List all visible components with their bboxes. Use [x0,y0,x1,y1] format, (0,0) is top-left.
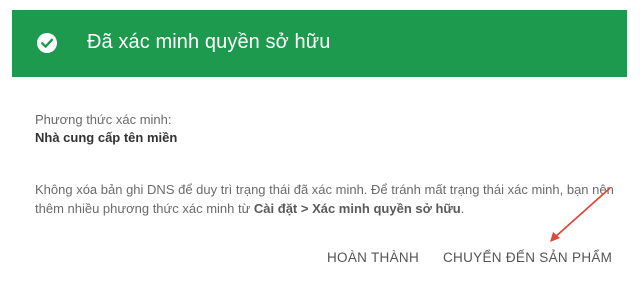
go-to-product-button[interactable]: CHUYỂN ĐẾN SẢN PHẨM [443,250,612,265]
check-circle-icon [37,33,57,53]
method-value: Nhà cung cấp tên miền [35,130,178,145]
red-arrow-icon [550,187,611,242]
done-button[interactable]: HOÀN THÀNH [327,250,419,265]
info-text-after: . [460,201,465,216]
info-text: Không xóa bản ghi DNS để duy trì trạng t… [35,180,615,218]
dialog-title: Đã xác minh quyền sở hữu [87,31,331,53]
dialog-header: Đã xác minh quyền sở hữu [12,10,627,77]
verification-dialog: Đã xác minh quyền sở hữu Phương thức xác… [0,0,640,282]
settings-path: Cài đặt > Xác minh quyền sở hữu [253,201,461,216]
method-label: Phương thức xác minh: [35,112,172,127]
